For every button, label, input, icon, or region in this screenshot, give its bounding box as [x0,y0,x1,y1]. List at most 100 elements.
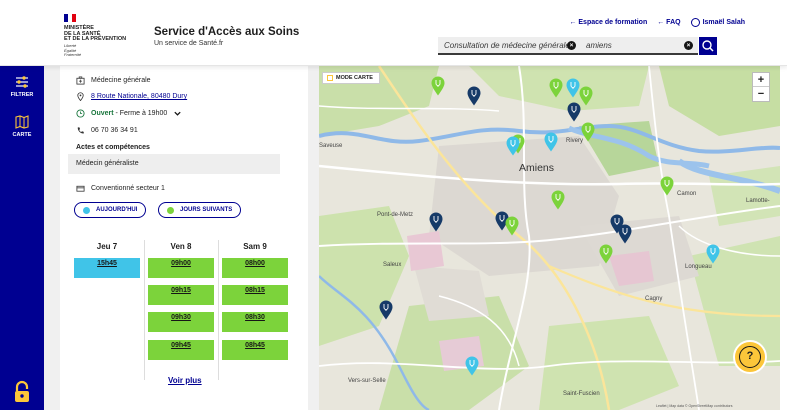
training-link[interactable]: ← Espace de formation [569,19,647,26]
map-icon [15,115,29,129]
today-label: AUJOURD'HUI [96,207,138,213]
location-search-input[interactable]: amiens [578,37,698,55]
ministry-line: ET DE LA PRÉVENTION [64,36,127,42]
address-row: 8 Route Nationale, 80480 Dury [76,92,187,101]
map-place-label: Vers-sur-Selle [348,378,386,384]
provider-pin-icon[interactable] [505,216,519,236]
search-button[interactable] [699,37,717,55]
next-days-dot-icon [167,206,174,214]
phone-icon [77,127,84,134]
time-slot-button[interactable]: 08h00 [222,258,288,278]
doctor-bag-icon [76,76,85,85]
map-place-label: Cagny [645,296,663,302]
time-slot-button[interactable]: 09h45 [148,340,214,360]
convention-text: Conventionné secteur 1 [91,185,165,192]
specialty-search-input[interactable]: Consultation de médecine générale [438,37,578,55]
column-divider [218,240,219,380]
filter-rail-button[interactable]: FILTRER [0,74,44,98]
time-slot-button[interactable]: 09h00 [148,258,214,278]
provider-pin-icon[interactable] [544,132,558,152]
map-tiles [319,66,780,410]
map-place-label: Saleux [383,262,402,268]
provider-pin-icon[interactable] [506,136,520,156]
provider-pin-icon[interactable] [566,78,580,98]
today-filter-button[interactable]: AUJOURD'HUI [74,202,147,218]
time-slot-button[interactable]: 09h15 [148,285,214,305]
time-slot-button[interactable]: 15h45 [74,258,140,278]
next-days-label: JOURS SUIVANTS [180,207,233,213]
provider-pin-icon[interactable] [660,176,674,196]
site-subtitle: Un service de Santé.fr [154,40,224,47]
next-days-filter-button[interactable]: JOURS SUIVANTS [158,202,242,218]
site-title[interactable]: Service d'Accès aux Soins [154,26,299,38]
map-place-label: Amiens [519,162,555,174]
map-place-label: Pont-de-Metz [377,212,414,218]
opening-hours-row[interactable]: Ouvert - Ferme à 19h00 [76,109,182,118]
clear-location-icon[interactable]: × [684,41,693,50]
clock-icon [76,109,85,118]
motto-line: Fraternité [64,52,82,57]
phone-number[interactable]: 06 70 36 34 91 [91,127,138,134]
time-slot-button[interactable]: 08h45 [222,340,288,360]
provider-pin-icon[interactable] [467,86,481,106]
map-mode-button[interactable]: MODE CARTE [322,72,380,84]
provider-pin-icon[interactable] [579,86,593,106]
see-more-link[interactable]: Voir plus [168,376,202,385]
specialty-text: Médecine générale [91,77,151,84]
address-link[interactable]: 8 Route Nationale, 80480 Dury [91,93,187,100]
provider-pin-icon[interactable] [431,76,445,96]
user-icon [690,18,700,27]
convention-row: Conventionné secteur 1 [76,184,165,193]
provider-pin-icon[interactable] [465,356,479,376]
provider-pin-icon[interactable] [551,190,565,210]
user-menu[interactable]: Ismaël Salah [690,18,745,27]
help-button[interactable]: ? [733,340,767,374]
map-place-label: Saveuse [319,143,343,149]
closing-time: - Ferme à 19h00 [113,110,168,117]
map-place-label: Camon [677,191,697,197]
time-slot-button[interactable]: 08h15 [222,285,288,305]
open-status: Ouvert [91,110,114,117]
location-search-value: amiens [586,41,612,50]
chevron-down-icon[interactable] [173,109,182,118]
map-rail-button[interactable]: CARTE [0,114,44,138]
provider-pin-icon[interactable] [706,244,720,264]
day-column: Ven 8 [148,242,214,256]
filter-label: FILTRER [10,92,34,98]
provider-pin-icon[interactable] [429,212,443,232]
lock-icon[interactable] [12,380,32,404]
provider-pin-icon[interactable] [549,78,563,98]
republic-motto: Liberté Égalité Fraternité [64,43,104,58]
location-pin-icon [77,92,84,101]
clear-specialty-icon[interactable]: × [567,41,576,50]
provider-pin-icon[interactable] [618,224,632,244]
provider-pin-icon[interactable] [581,122,595,142]
ministry-name: MINISTÈRE DE LA SANTÉ ET DE LA PRÉVENTIO… [64,25,144,43]
map-view[interactable]: Saveuse Amiens Rivery Camon Lamotte- Pon… [319,66,780,410]
map-place-label: Longueau [685,264,712,270]
faq-link[interactable]: ← FAQ [657,19,680,26]
specialty-search-value: Consultation de médecine générale [444,41,570,50]
acts-title: Actes et compétences [76,144,150,151]
header-links: ← Espace de formation ← FAQ Ismaël Salah [569,18,745,27]
map-attribution[interactable]: Leaflet | Map data © OpenStreetMap contr… [656,404,732,408]
user-name: Ismaël Salah [702,19,745,26]
zoom-in-button[interactable]: + [753,73,769,87]
map-mode-label: MODE CARTE [336,75,373,81]
provider-pin-icon[interactable] [567,102,581,122]
provider-detail-panel: Médecine générale 8 Route Nationale, 804… [60,66,308,410]
time-slot-button[interactable]: 09h30 [148,312,214,332]
day-heading: Jeu 7 [96,242,118,251]
card-icon [76,185,85,192]
left-rail: FILTRER CARTE [0,66,44,410]
site-header: MINISTÈRE DE LA SANTÉ ET DE LA PRÉVENTIO… [0,0,787,66]
help-icon: ? [739,346,761,368]
provider-pin-icon[interactable] [379,300,393,320]
provider-pin-icon[interactable] [599,244,613,264]
map-label: CARTE [12,132,32,138]
today-dot-icon [83,206,90,214]
zoom-out-button[interactable]: − [753,87,769,101]
time-slot-button[interactable]: 08h30 [222,312,288,332]
map-right-edge [780,66,787,410]
map-place-label: Saint-Fuscien [563,391,600,397]
